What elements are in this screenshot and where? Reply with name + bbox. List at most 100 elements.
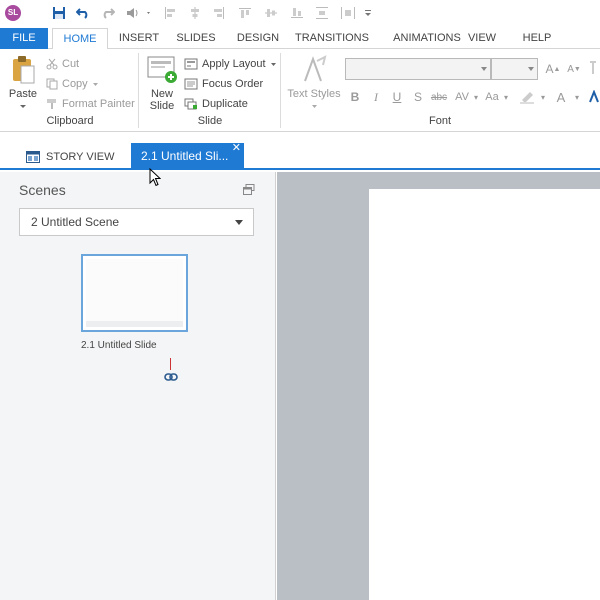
- shrink-font-icon[interactable]: A ▼: [566, 61, 582, 77]
- copy-dropdown-icon[interactable]: [92, 82, 99, 87]
- ribbon-tab-bar: FILE HOME INSERT SLIDES DESIGN TRANSITIO…: [0, 28, 600, 50]
- quick-access-toolbar: SL: [0, 0, 600, 28]
- format-painter-label: Format Painter: [62, 98, 135, 110]
- tab-design[interactable]: DESIGN: [232, 28, 284, 49]
- cut-button[interactable]: Cut: [46, 55, 79, 73]
- text-styles-dropdown-icon[interactable]: [311, 104, 318, 109]
- scenes-title: Scenes: [19, 182, 66, 198]
- tab-home[interactable]: HOME: [52, 28, 108, 50]
- paste-label: Paste: [8, 88, 38, 100]
- scissors-icon: [46, 58, 58, 70]
- format-painter-button[interactable]: Format Painter: [46, 95, 135, 113]
- scene-dropdown[interactable]: 2 Untitled Scene: [19, 208, 254, 236]
- font-size-combo[interactable]: [491, 58, 538, 80]
- text-styles-button[interactable]: Text Styles: [286, 55, 342, 112]
- tab-insert[interactable]: INSERT: [115, 28, 163, 49]
- tab-animations[interactable]: ANIMATIONS: [378, 28, 476, 49]
- undo-icon[interactable]: [74, 4, 92, 22]
- story-view-tab[interactable]: STORY VIEW: [26, 148, 114, 166]
- slide-thumbnail-label: 2.1 Untitled Slide: [81, 340, 157, 351]
- align-top-icon[interactable]: [238, 4, 252, 22]
- app-logo-icon: SL: [5, 5, 21, 21]
- strikethrough-icon[interactable]: abc: [429, 89, 449, 105]
- ribbon-separator: [138, 53, 139, 128]
- apply-layout-dropdown-icon[interactable]: [270, 62, 277, 67]
- bold-icon[interactable]: B: [349, 89, 361, 105]
- trigger-connector: [170, 358, 171, 370]
- slide-canvas-area: [277, 172, 600, 600]
- underline-icon[interactable]: U: [391, 89, 403, 105]
- ribbon-separator: [280, 53, 281, 128]
- tab-view[interactable]: VIEW: [464, 28, 500, 49]
- chevron-down-icon: [235, 220, 243, 225]
- active-slide-tab-label: 2.1 Untitled Sli...: [141, 149, 229, 163]
- distribute-horizontal-icon[interactable]: [340, 4, 356, 22]
- tab-slides[interactable]: SLIDES: [172, 28, 220, 49]
- distribute-vertical-icon[interactable]: [315, 4, 329, 22]
- shadow-icon[interactable]: S: [412, 89, 424, 105]
- audio-menu-icon[interactable]: [125, 4, 153, 22]
- panel-restore-icon[interactable]: [243, 184, 255, 195]
- align-center-icon[interactable]: [188, 4, 202, 22]
- align-left-icon[interactable]: [163, 4, 177, 22]
- copy-button[interactable]: Copy: [46, 75, 99, 93]
- clear-formatting-icon[interactable]: [588, 55, 600, 83]
- text-styles-label: Text Styles: [287, 88, 341, 100]
- redo-icon[interactable]: [99, 4, 117, 22]
- new-slide-icon: [147, 56, 177, 83]
- chevron-down-icon: [481, 67, 487, 71]
- chevron-down-icon[interactable]: ▾: [573, 89, 581, 105]
- align-bottom-icon[interactable]: [290, 4, 304, 22]
- chevron-down-icon[interactable]: ▾: [502, 89, 510, 105]
- focus-order-label: Focus Order: [202, 78, 264, 90]
- text-styles-icon: [304, 55, 327, 82]
- copy-label: Copy: [62, 78, 88, 90]
- slide-thumbnail[interactable]: [81, 254, 188, 332]
- duplicate-button[interactable]: Duplicate: [184, 95, 248, 113]
- layout-icon: [184, 58, 198, 70]
- duplicate-icon: [184, 98, 197, 110]
- character-spacing-icon[interactable]: AV: [451, 89, 473, 105]
- duplicate-label: Duplicate: [202, 98, 248, 110]
- italic-icon[interactable]: I: [370, 89, 382, 105]
- font-name-combo[interactable]: [345, 58, 491, 80]
- tab-active-slide[interactable]: 2.1 Untitled Sli... ✕: [131, 143, 244, 170]
- font-group-label: Font: [428, 115, 451, 127]
- highlight-icon[interactable]: [518, 89, 536, 105]
- focus-order-button[interactable]: Focus Order: [184, 75, 263, 93]
- paintbrush-icon: [47, 99, 56, 109]
- scenes-panel: Scenes 2 Untitled Scene 2.1 Untitled Sli…: [0, 172, 276, 600]
- paste-dropdown-icon[interactable]: [19, 104, 27, 109]
- close-icon[interactable]: ✕: [232, 143, 241, 162]
- font-color-icon[interactable]: A: [554, 89, 568, 105]
- apply-layout-label: Apply Layout: [202, 58, 266, 70]
- chevron-down-icon[interactable]: ▾: [472, 89, 480, 105]
- paste-icon: [13, 56, 35, 84]
- new-slide-button[interactable]: New Slide: [144, 55, 180, 112]
- scene-dropdown-value: 2 Untitled Scene: [31, 215, 120, 229]
- tab-help[interactable]: HELP: [518, 28, 556, 49]
- new-slide-label: New Slide: [149, 88, 175, 112]
- link-icon[interactable]: [164, 372, 178, 382]
- apply-layout-button[interactable]: Apply Layout: [184, 55, 277, 73]
- tab-file[interactable]: FILE: [0, 28, 48, 49]
- story-view-label: STORY VIEW: [46, 151, 115, 163]
- paste-button[interactable]: Paste: [6, 55, 40, 112]
- chevron-down-icon: [528, 67, 534, 71]
- cut-label: Cut: [62, 58, 80, 70]
- clipboard-group-label: Clipboard: [46, 115, 94, 127]
- text-effects-icon[interactable]: [589, 89, 600, 105]
- save-icon[interactable]: [50, 4, 68, 22]
- tab-transitions[interactable]: TRANSITIONS: [293, 28, 371, 49]
- customize-toolbar-icon[interactable]: [362, 4, 374, 22]
- focus-order-icon: [184, 78, 198, 90]
- align-middle-icon[interactable]: [264, 4, 278, 22]
- grow-font-icon[interactable]: A ▲: [545, 61, 561, 77]
- chevron-down-icon[interactable]: ▾: [539, 89, 547, 105]
- slide-group-label: Slide: [197, 115, 223, 127]
- change-case-icon[interactable]: Aa: [483, 89, 501, 105]
- story-view-icon: [26, 151, 40, 163]
- slide-thumbnail-preview: [86, 259, 183, 327]
- slide-canvas[interactable]: [369, 189, 600, 600]
- align-right-icon[interactable]: [212, 4, 226, 22]
